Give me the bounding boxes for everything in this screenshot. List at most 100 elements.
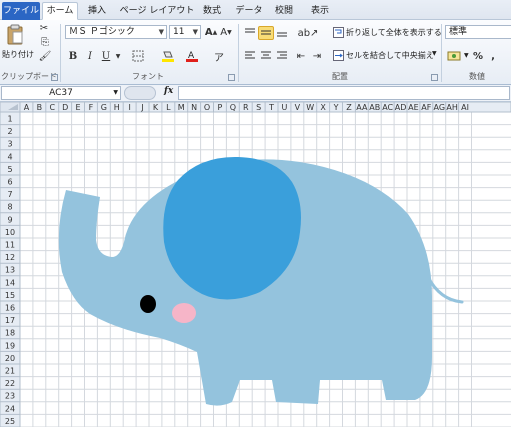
align-bottom-icon[interactable] [274,26,290,40]
tab-page-layout[interactable]: ページ レイアウト [118,3,196,20]
border-icon[interactable] [130,49,146,63]
column-header-label[interactable]: V [295,103,301,112]
paste-label[interactable]: 貼り付け [2,49,34,60]
name-box[interactable]: AC37 ▼ [1,86,121,100]
align-left-icon[interactable] [242,49,258,63]
column-header-label[interactable]: O [204,103,210,112]
row-header-label[interactable]: 7 [7,190,12,199]
row-header-label[interactable]: 1 [7,115,12,124]
row-header-label[interactable]: 16 [5,304,15,313]
row-header-label[interactable]: 22 [5,379,15,388]
row-header-label[interactable]: 12 [5,253,15,262]
column-header-label[interactable]: AF [421,103,431,112]
column-header-label[interactable]: K [153,103,159,112]
number-format-select[interactable]: 標準 [445,25,511,39]
column-header-label[interactable]: Q [230,103,236,112]
row-header-label[interactable]: 11 [5,241,15,250]
tab-review[interactable]: 校閲 [270,3,298,20]
column-header-label[interactable]: Z [346,103,352,112]
column-header-label[interactable]: AE [408,103,419,112]
paste-button[interactable] [4,22,26,48]
tab-home[interactable]: ホーム [42,2,78,20]
merge-center-button[interactable]: セルを結合して中央揃え [346,50,434,61]
chevron-down-icon[interactable]: ▼ [114,49,122,63]
row-header-label[interactable]: 9 [7,215,12,224]
row-header-label[interactable]: 8 [7,203,12,212]
row-header-label[interactable]: 21 [5,367,15,376]
chevron-down-icon[interactable]: ▼ [464,52,469,59]
column-header-label[interactable]: R [243,103,249,112]
column-header-label[interactable]: AH [446,103,458,112]
column-header-label[interactable]: AB [369,103,380,112]
column-header-label[interactable]: M [178,103,185,112]
row-header-label[interactable]: 14 [5,278,15,287]
column-header-label[interactable]: H [114,103,120,112]
align-top-icon[interactable] [242,26,258,40]
row-header-label[interactable]: 4 [7,152,12,161]
fill-color-icon[interactable] [160,49,176,63]
column-header-label[interactable]: AI [461,103,469,112]
column-header-label[interactable]: G [101,103,107,112]
increase-indent-icon[interactable]: ⇥ [310,49,324,63]
decrease-indent-icon[interactable]: ⇤ [294,49,308,63]
column-header-label[interactable]: X [320,103,326,112]
column-header-label[interactable]: AC [382,103,393,112]
row-header-label[interactable]: 6 [7,178,12,187]
tab-data[interactable]: データ [232,3,266,20]
cut-icon[interactable]: ✂ [38,22,50,34]
font-family-select[interactable]: ＭＳ Ｐゴシック ▼ [65,25,167,39]
row-header-label[interactable]: 17 [5,316,15,325]
row-header-label[interactable]: 19 [5,341,15,350]
clipboard-launcher-icon[interactable] [51,74,58,81]
column-header-label[interactable]: N [191,103,197,112]
italic-button[interactable]: I [83,49,97,63]
font-color-icon[interactable]: A [184,49,200,63]
row-header-label[interactable]: 10 [5,228,15,237]
column-header-label[interactable]: J [140,103,143,112]
column-header-label[interactable]: W [306,103,314,112]
row-header-label[interactable]: 23 [5,392,15,401]
column-header-label[interactable]: P [218,103,223,112]
tab-formulas[interactable]: 数式 [198,3,226,20]
underline-button[interactable]: U [99,49,113,63]
tab-insert[interactable]: 挿入 [82,3,112,20]
font-launcher-icon[interactable] [228,74,235,81]
column-header-label[interactable]: S [256,103,261,112]
decrease-font-icon[interactable]: A ▼ [219,25,233,39]
row-header-label[interactable]: 5 [7,165,12,174]
row-header-label[interactable]: 25 [5,417,15,426]
row-header-label[interactable]: 13 [5,266,15,275]
copy-icon[interactable]: ⎘ [38,36,52,48]
align-right-icon[interactable] [274,49,290,63]
formula-bar-splitter[interactable] [124,86,156,100]
column-header-label[interactable]: Y [333,103,339,112]
bold-button[interactable]: B [66,49,80,63]
tab-file[interactable]: ファイル [2,2,40,20]
wrap-text-icon[interactable] [332,26,344,39]
merge-center-icon[interactable] [332,49,344,62]
phonetic-icon[interactable]: ア [212,49,226,64]
tab-view[interactable]: 表示 [306,3,334,20]
column-header-label[interactable]: C [49,103,55,112]
formula-input[interactable] [178,86,510,100]
column-header-label[interactable]: U [282,103,288,112]
align-middle-icon[interactable] [258,26,274,40]
column-header-label[interactable]: D [62,103,68,112]
column-header-label[interactable]: I [128,103,130,112]
font-size-select[interactable]: 11 ▼ [169,25,201,39]
column-header-label[interactable]: AA [356,103,368,112]
worksheet-grid[interactable]: A B C D E F G H I J K L M N O P Q R S T U V W X Y Z AA AB AC AD AE AF AG… [0,102,511,427]
column-header-label[interactable]: T [268,103,274,112]
percent-button[interactable]: % [472,49,484,63]
alignment-launcher-icon[interactable] [431,74,438,81]
insert-function-icon[interactable]: fx [164,86,173,96]
orientation-icon[interactable]: ab↗ [298,26,319,40]
row-header-label[interactable]: 18 [5,329,15,338]
row-header-label[interactable]: 2 [7,127,12,136]
row-header-label[interactable]: 15 [5,291,15,300]
column-header-label[interactable]: AD [395,103,407,112]
row-header-label[interactable]: 20 [5,354,15,363]
column-header-label[interactable]: A [24,103,30,112]
column-header-label[interactable]: E [76,103,81,112]
column-header-label[interactable]: F [89,103,94,112]
